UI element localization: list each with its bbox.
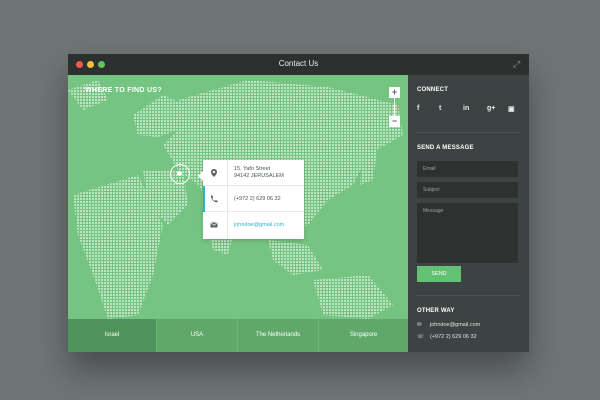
- tab-israel[interactable]: Israel: [68, 319, 157, 352]
- send-message-title: SEND A MESSAGE: [417, 145, 474, 151]
- fullscreen-icon[interactable]: ⤢: [513, 59, 523, 69]
- contact-window: Contact Us ⤢ WHERE TO FIND US? + − 15, Y…: [68, 54, 529, 352]
- envelope-icon: [210, 222, 218, 228]
- zoom-out-button[interactable]: −: [389, 116, 400, 127]
- location-info-card: 15, Yafo Street 94142 JERUSALEM (+972 2)…: [198, 160, 304, 239]
- phone-icon: ☏: [417, 334, 424, 340]
- zoom-track[interactable]: [394, 98, 395, 116]
- facebook-icon[interactable]: f: [417, 105, 419, 112]
- card-address-row: 15, Yafo Street 94142 JERUSALEM: [203, 160, 304, 186]
- email-field[interactable]: Email: [417, 161, 518, 177]
- card-address-line2: 94142 JERUSALEM: [234, 173, 284, 179]
- linkedin-icon[interactable]: in: [463, 105, 469, 112]
- instagram-icon[interactable]: ▣: [508, 105, 515, 113]
- card-phone: (+972 2) 629 06 32: [234, 196, 281, 202]
- sidebar-email-line[interactable]: ✉ johndoe@gmail.com: [417, 321, 480, 330]
- divider: [417, 132, 520, 133]
- subject-field[interactable]: Subject: [417, 182, 518, 198]
- card-address: 15, Yafo Street 94142 JERUSALEM: [234, 166, 284, 180]
- map-heading: WHERE TO FIND US?: [85, 87, 162, 94]
- location-pin-icon: [211, 169, 217, 177]
- social-links: f t in g+ ▣: [417, 105, 521, 115]
- map-panel[interactable]: WHERE TO FIND US? + − 15, Yafo Street 94…: [68, 75, 408, 352]
- location-pin-marker[interactable]: [170, 164, 190, 184]
- sidebar-phone-line: ☏ (+972 2) 629 06 32: [417, 333, 477, 342]
- window-title: Contact Us: [278, 59, 319, 68]
- phone-icon: [210, 195, 218, 203]
- tab-netherlands[interactable]: The Netherlands: [238, 319, 319, 352]
- send-button[interactable]: SEND: [417, 266, 461, 282]
- googleplus-icon[interactable]: g+: [487, 105, 495, 112]
- contact-sidebar: CONNECT f t in g+ ▣ SEND A MESSAGE Email…: [408, 75, 529, 352]
- country-tabs: Israel USA The Netherlands Singapore: [68, 319, 408, 352]
- divider: [417, 295, 520, 296]
- envelope-icon: ✉: [417, 322, 422, 328]
- zoom-in-button[interactable]: +: [389, 87, 400, 98]
- card-email-row: johndoe@gmail.com: [203, 212, 304, 238]
- title-bar: Contact Us ⤢: [68, 54, 529, 75]
- sidebar-phone: (+972 2) 629 06 32: [430, 334, 477, 340]
- twitter-icon[interactable]: t: [439, 105, 441, 112]
- zoom-control: + −: [389, 87, 400, 127]
- tab-singapore[interactable]: Singapore: [319, 319, 408, 352]
- card-email-link[interactable]: johndoe@gmail.com: [234, 222, 284, 229]
- card-phone-row: (+972 2) 629 06 32: [203, 186, 304, 212]
- card-address-line1: 15, Yafo Street: [234, 166, 271, 172]
- tab-usa[interactable]: USA: [157, 319, 238, 352]
- other-way-title: OTHER WAY: [417, 308, 455, 314]
- connect-title: CONNECT: [417, 87, 449, 93]
- sidebar-email[interactable]: johndoe@gmail.com: [430, 322, 480, 328]
- message-field[interactable]: Message: [417, 203, 518, 263]
